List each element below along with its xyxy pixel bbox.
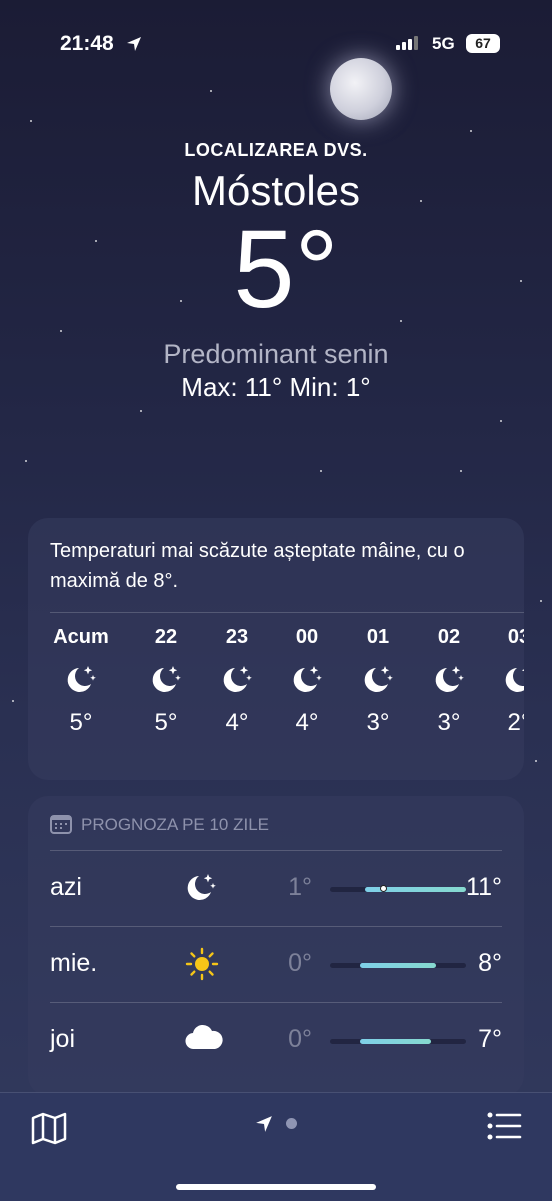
home-indicator (176, 1184, 376, 1190)
hour-time: Acum (53, 626, 109, 648)
hour-item: 03 2° (484, 626, 524, 737)
moon-stars-icon (484, 663, 524, 695)
moon-stars-icon (202, 663, 272, 695)
list-icon[interactable] (486, 1111, 522, 1141)
location-arrow-icon (127, 37, 141, 51)
hour-temp: 3° (366, 709, 390, 736)
hour-item: 23 4° (202, 626, 272, 737)
hour-item: 22 5° (131, 626, 201, 737)
moon-stars-icon (343, 663, 413, 695)
hour-item: 00 4° (272, 626, 342, 737)
day-high: 7° (478, 1025, 502, 1053)
condition-text: Predominant senin (163, 339, 389, 369)
cloud-icon (184, 1023, 224, 1058)
hour-item: 01 3° (343, 626, 413, 737)
map-icon[interactable] (30, 1111, 68, 1145)
day-low: 0° (288, 949, 312, 977)
hourly-scroller[interactable]: Acum 5° 22 5° 23 4° 00 4° 01 3° 02 3° 0 … (28, 626, 524, 766)
hour-time: 00 (295, 626, 319, 648)
status-time: 21:48 (60, 32, 114, 55)
hour-temp: 5° (69, 709, 93, 736)
network-type: 5G (432, 34, 455, 53)
day-low: 0° (288, 1025, 312, 1053)
current-weather: LOCALIZAREA DVS. Móstoles 5° Predominant… (0, 140, 552, 403)
hour-time: 23 (225, 626, 249, 648)
bottom-toolbar (0, 1092, 552, 1201)
day-low: 1° (288, 873, 312, 901)
moon-image (330, 58, 392, 120)
day-label: mie. (50, 949, 98, 977)
day-row[interactable]: mie. 0° 8° (50, 926, 502, 1003)
hour-temp: 3° (437, 709, 461, 736)
calendar-icon (50, 815, 72, 834)
day-row[interactable]: azi 1° 11° (50, 850, 502, 927)
moon-stars-icon (184, 871, 218, 908)
forecast-summary: Temperaturi mai scăzute așteptate mâine,… (50, 540, 465, 592)
day-row[interactable]: joi 0° 7° (50, 1002, 502, 1079)
hourly-forecast-card[interactable]: Temperaturi mai scăzute așteptate mâine,… (28, 518, 524, 780)
temp-range-fill (359, 1039, 431, 1044)
hour-temp: 4° (295, 709, 319, 736)
ten-day-header: PROGNOZA PE 10 ZILE (81, 815, 270, 834)
hour-time: 01 (366, 626, 390, 648)
moon-stars-icon (272, 663, 342, 695)
hour-temp: 4° (225, 709, 249, 736)
high-low-text: Max: 11° Min: 1° (181, 372, 371, 402)
status-bar: 21:48 5G 67 (0, 32, 552, 60)
location-label: LOCALIZAREA DVS. (184, 140, 368, 160)
current-location-page-icon[interactable] (255, 1115, 273, 1133)
day-high: 8° (478, 949, 502, 977)
sun-icon (184, 947, 220, 986)
moon-stars-icon (131, 663, 201, 695)
hour-time: 02 (437, 626, 461, 648)
current-temperature: 5° (233, 208, 339, 331)
day-high: 11° (466, 873, 502, 901)
current-temp-dot (380, 885, 388, 892)
hour-time: 22 (154, 626, 178, 648)
day-label: azi (50, 873, 82, 901)
hour-item: 02 3° (414, 626, 484, 737)
ten-day-forecast-card[interactable]: PROGNOZA PE 10 ZILE azi 1° 11° mie. 0° 8… (28, 796, 524, 1096)
temp-range-fill (359, 963, 437, 968)
divider (50, 612, 524, 613)
signal-icon (396, 36, 418, 50)
hour-temp: 2° (507, 709, 524, 736)
hour-time: 03 (507, 626, 524, 648)
moon-stars-icon (414, 663, 484, 695)
hour-item: Acum 5° (46, 626, 116, 737)
day-label: joi (50, 1025, 76, 1053)
hour-temp: 5° (154, 709, 178, 736)
moon-stars-icon (46, 663, 116, 695)
battery-icon: 67 (466, 34, 500, 53)
page-indicator-dot[interactable] (286, 1118, 297, 1129)
